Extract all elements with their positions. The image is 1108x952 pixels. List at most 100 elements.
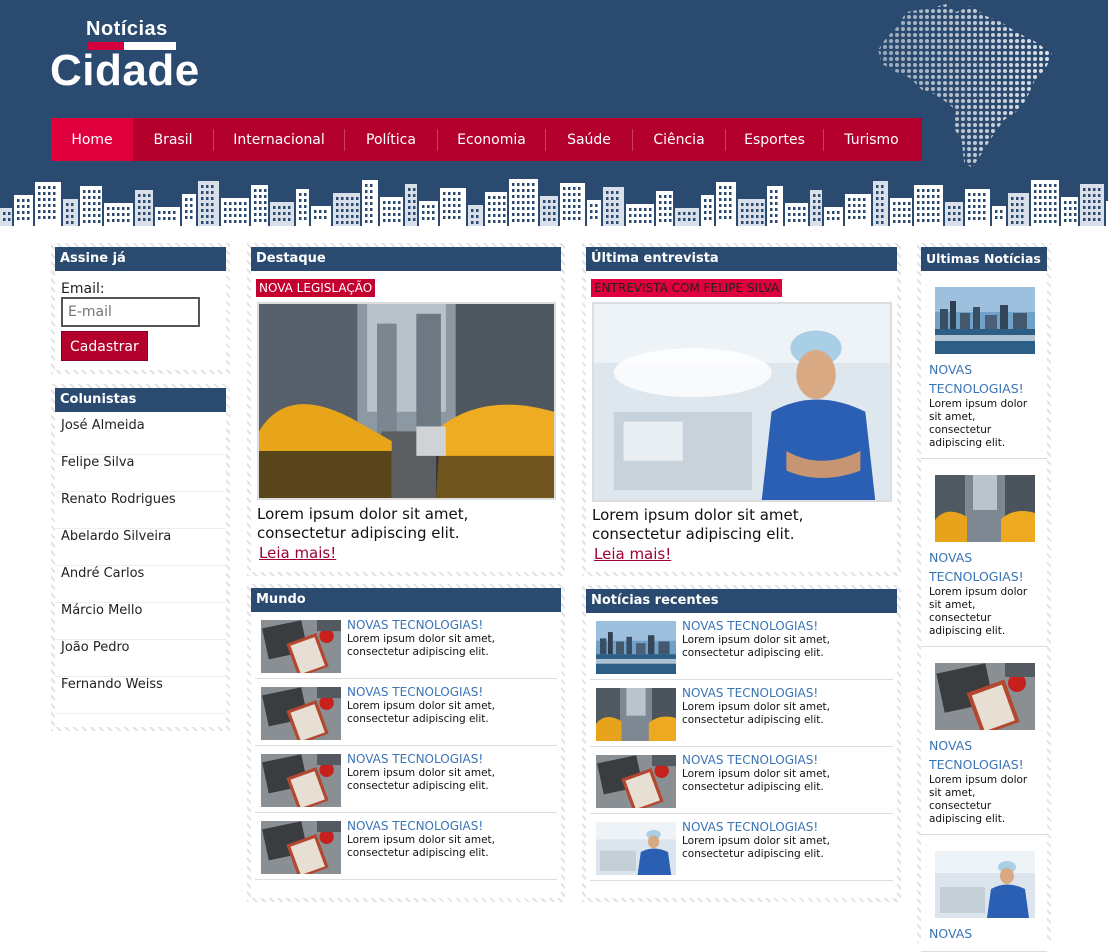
news-title[interactable]: NOVAS: [929, 924, 1039, 943]
columnist-link[interactable]: Márcio Mello: [55, 603, 226, 640]
skyline-window: [1034, 184, 1037, 187]
item-title[interactable]: NOVAS TECNOLOGIAS!: [347, 752, 557, 766]
columnist-link[interactable]: Fernando Weiss: [55, 677, 226, 714]
news-title[interactable]: NOVAS TECNOLOGIAS!: [929, 548, 1039, 586]
featured-image[interactable]: [257, 302, 556, 500]
notebook-thumbnail[interactable]: [596, 755, 676, 808]
news-title[interactable]: NOVAS TECNOLOGIAS!: [929, 360, 1039, 398]
nav-item-saude[interactable]: Saúde: [546, 118, 632, 161]
nav-item-home[interactable]: Home: [51, 118, 133, 161]
skyline-window: [1074, 219, 1077, 222]
skyline-window: [71, 221, 74, 224]
skyline-window: [432, 217, 435, 220]
skyline-window: [1034, 196, 1037, 199]
skyline-window: [244, 202, 247, 205]
skyline-window: [299, 211, 302, 214]
list-item[interactable]: NOVAS TECNOLOGIAS! Lorem ipsum dolor sit …: [590, 814, 893, 881]
nav-item-turismo[interactable]: Turismo: [824, 118, 919, 161]
logo-text-top[interactable]: Notícias: [86, 18, 168, 41]
columnist-link[interactable]: André Carlos: [55, 566, 226, 603]
skyline-window: [370, 190, 373, 193]
skyline-window: [688, 218, 691, 221]
item-title[interactable]: NOVAS TECNOLOGIAS!: [682, 619, 893, 633]
skyline-window: [881, 197, 884, 200]
item-title[interactable]: NOVAS TECNOLOGIAS!: [347, 618, 557, 632]
nav-item-esportes[interactable]: Esportes: [726, 118, 823, 161]
skyline-window: [948, 206, 951, 209]
skyline-window: [688, 212, 691, 215]
skyline-window: [346, 197, 349, 200]
skyline-window: [770, 202, 773, 205]
skyline-window: [512, 207, 515, 210]
skyline-window: [876, 215, 879, 218]
doctor-thumbnail[interactable]: [935, 851, 1035, 918]
item-title[interactable]: NOVAS TECNOLOGIAS!: [682, 820, 893, 834]
list-item[interactable]: NOVAS TECNOLOGIAS! Lorem ipsum dolor sit …: [590, 680, 893, 747]
item-title[interactable]: NOVAS TECNOLOGIAS!: [347, 819, 557, 833]
skyline-window: [751, 209, 754, 212]
list-item[interactable]: NOVAS TECNOLOGIAS! Lorem ipsum dolor sit …: [590, 613, 893, 680]
skyline-window: [881, 203, 884, 206]
notebook-thumbnail[interactable]: [935, 663, 1035, 730]
interview-tag[interactable]: ENTREVISTA COM FELIPE SILVA: [591, 279, 783, 297]
columnist-link[interactable]: Felipe Silva: [55, 455, 226, 492]
nav-item-politica[interactable]: Política: [345, 118, 437, 161]
columnist-link[interactable]: João Pedro: [55, 640, 226, 677]
skyline-window: [724, 192, 727, 195]
latest-news-item[interactable]: NOVAS TECNOLOGIAS! Lorem ipsum dolor sit…: [921, 459, 1047, 647]
skyline-window: [370, 202, 373, 205]
list-item[interactable]: NOVAS TECNOLOGIAS! Lorem ipsum dolor sit …: [255, 612, 557, 679]
nav-item-internacional[interactable]: Internacional: [214, 118, 344, 161]
featured-read-more-link[interactable]: Leia mais!: [259, 544, 336, 562]
notebook-thumbnail[interactable]: [261, 821, 341, 874]
columnist-link[interactable]: Abelardo Silveira: [55, 529, 226, 566]
list-item[interactable]: NOVAS TECNOLOGIAS! Lorem ipsum dolor sit …: [255, 746, 557, 813]
skyline-window: [158, 211, 161, 214]
list-item[interactable]: NOVAS TECNOLOGIAS! Lorem ipsum dolor sit …: [255, 813, 557, 880]
skyline-thumbnail[interactable]: [935, 287, 1035, 354]
skyline-window: [1093, 200, 1096, 203]
taxi-thumbnail[interactable]: [935, 475, 1035, 542]
skyline-window: [48, 216, 51, 219]
latest-news-item[interactable]: NOVAS: [921, 835, 1047, 952]
news-title[interactable]: NOVAS TECNOLOGIAS!: [929, 736, 1039, 774]
skyline-window: [143, 206, 146, 209]
skyline-window: [503, 220, 506, 223]
latest-news-item[interactable]: NOVAS TECNOLOGIAS! Lorem ipsum dolor sit…: [921, 647, 1047, 835]
skyline-window: [458, 210, 461, 213]
skyline-window: [163, 211, 166, 214]
skyline-window: [427, 211, 430, 214]
taxi-thumbnail[interactable]: [596, 688, 676, 741]
item-title[interactable]: NOVAS TECNOLOGIAS!: [682, 686, 893, 700]
nav-item-economia[interactable]: Economia: [438, 118, 545, 161]
skyline-thumbnail[interactable]: [596, 621, 676, 674]
skyline-window: [211, 215, 214, 218]
notebook-thumbnail[interactable]: [261, 620, 341, 673]
list-item[interactable]: NOVAS TECNOLOGIAS! Lorem ipsum dolor sit …: [590, 747, 893, 814]
nav-item-ciencia[interactable]: Ciência: [633, 118, 725, 161]
item-title[interactable]: NOVAS TECNOLOGIAS!: [682, 753, 893, 767]
list-item[interactable]: NOVAS TECNOLOGIAS! Lorem ipsum dolor sit …: [255, 679, 557, 746]
featured-tag[interactable]: NOVA LEGISLAÇÃO: [256, 279, 376, 297]
email-field[interactable]: [61, 297, 200, 327]
interview-read-more-link[interactable]: Leia mais!: [594, 545, 671, 563]
skyline-window: [978, 211, 981, 214]
latest-news-item[interactable]: NOVAS TECNOLOGIAS! Lorem ipsum dolor sit…: [921, 271, 1047, 459]
notebook-thumbnail[interactable]: [261, 754, 341, 807]
interview-image[interactable]: [592, 302, 892, 502]
skyline-window: [751, 215, 754, 218]
skyline-window: [1044, 190, 1047, 193]
skyline-window: [669, 195, 672, 198]
notebook-thumbnail[interactable]: [261, 687, 341, 740]
skyline-window: [527, 189, 530, 192]
doctor-thumbnail[interactable]: [596, 822, 676, 875]
columnist-link[interactable]: José Almeida: [55, 418, 226, 455]
subscribe-button[interactable]: Cadastrar: [61, 331, 148, 361]
skyline-window: [548, 200, 551, 203]
nav-item-brasil[interactable]: Brasil: [133, 118, 213, 161]
logo-text-main[interactable]: Cidade: [50, 46, 200, 96]
skyline-window: [983, 211, 986, 214]
skyline-window: [803, 219, 806, 222]
columnist-link[interactable]: Renato Rodrigues: [55, 492, 226, 529]
item-title[interactable]: NOVAS TECNOLOGIAS!: [347, 685, 557, 699]
